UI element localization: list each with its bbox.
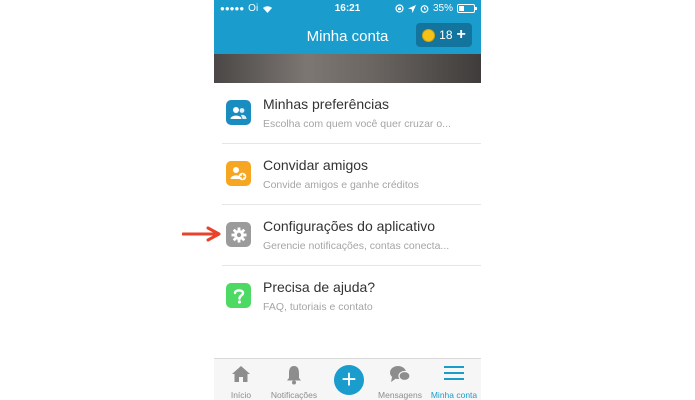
battery-icon xyxy=(457,4,477,13)
menu-item-app-settings[interactable]: Configurações do aplicativo Gerencie not… xyxy=(222,205,481,266)
battery-percent: 35% xyxy=(432,3,453,14)
messages-icon xyxy=(390,366,411,382)
profile-banner-image xyxy=(214,54,481,83)
alarm-icon xyxy=(420,5,429,13)
menu-item-title: Convidar amigos xyxy=(263,157,369,173)
menu-icon xyxy=(444,366,464,380)
credits-count: 18 xyxy=(439,28,453,42)
menu-item-title: Precisa de ajuda? xyxy=(263,279,376,295)
tab-label: Minha conta xyxy=(430,390,478,400)
phone-screen: ●●●●● Oi 16:21 35% Minha conta 18 + Minh… xyxy=(214,0,481,400)
menu-item-subtitle: Gerencie notificações, contas conecta... xyxy=(263,240,450,252)
invite-friends-icon xyxy=(226,161,251,186)
menu-item-invite-friends[interactable]: Convidar amigos Convide amigos e ganhe c… xyxy=(222,144,481,205)
menu-item-title: Minhas preferências xyxy=(263,96,390,112)
status-bar: ●●●●● Oi 16:21 35% xyxy=(214,0,481,18)
tab-label: Notificações xyxy=(270,390,318,400)
tab-inicio[interactable]: Início xyxy=(214,359,268,400)
coin-icon xyxy=(422,28,436,42)
location-icon xyxy=(407,4,416,13)
preferences-icon xyxy=(226,100,251,125)
home-icon xyxy=(232,366,250,382)
bell-icon xyxy=(287,366,301,385)
tab-mensagens[interactable]: Mensagens xyxy=(373,359,427,400)
menu-item-subtitle: FAQ, tutoriais e contato xyxy=(263,301,373,313)
tab-notificacoes[interactable]: Notificações xyxy=(267,359,321,400)
annotation-arrow-icon xyxy=(182,226,221,242)
tab-minha-conta[interactable]: Minha conta xyxy=(427,359,481,400)
help-icon xyxy=(226,283,251,308)
menu-item-help[interactable]: Precisa de ajuda? FAQ, tutoriais e conta… xyxy=(222,266,481,326)
tab-bar: Início Notificações + Mensagens Minha co… xyxy=(214,358,481,400)
add-button[interactable]: + xyxy=(334,365,364,395)
rotation-lock-icon xyxy=(395,4,404,13)
menu-item-preferences[interactable]: Minhas preferências Escolha com quem voc… xyxy=(222,83,481,144)
gear-icon xyxy=(226,222,251,247)
menu-item-title: Configurações do aplicativo xyxy=(263,218,435,234)
credits-button[interactable]: 18 + xyxy=(416,23,472,47)
menu-item-subtitle: Convide amigos e ganhe créditos xyxy=(263,179,419,191)
plus-icon: + xyxy=(456,26,466,43)
tab-label: Início xyxy=(230,390,252,400)
account-menu: Minhas preferências Escolha com quem voc… xyxy=(214,83,481,326)
menu-item-subtitle: Escolha com quem você quer cruzar o... xyxy=(263,118,451,130)
navigation-bar: Minha conta 18 + xyxy=(214,18,481,54)
tab-label: Mensagens xyxy=(378,390,422,400)
